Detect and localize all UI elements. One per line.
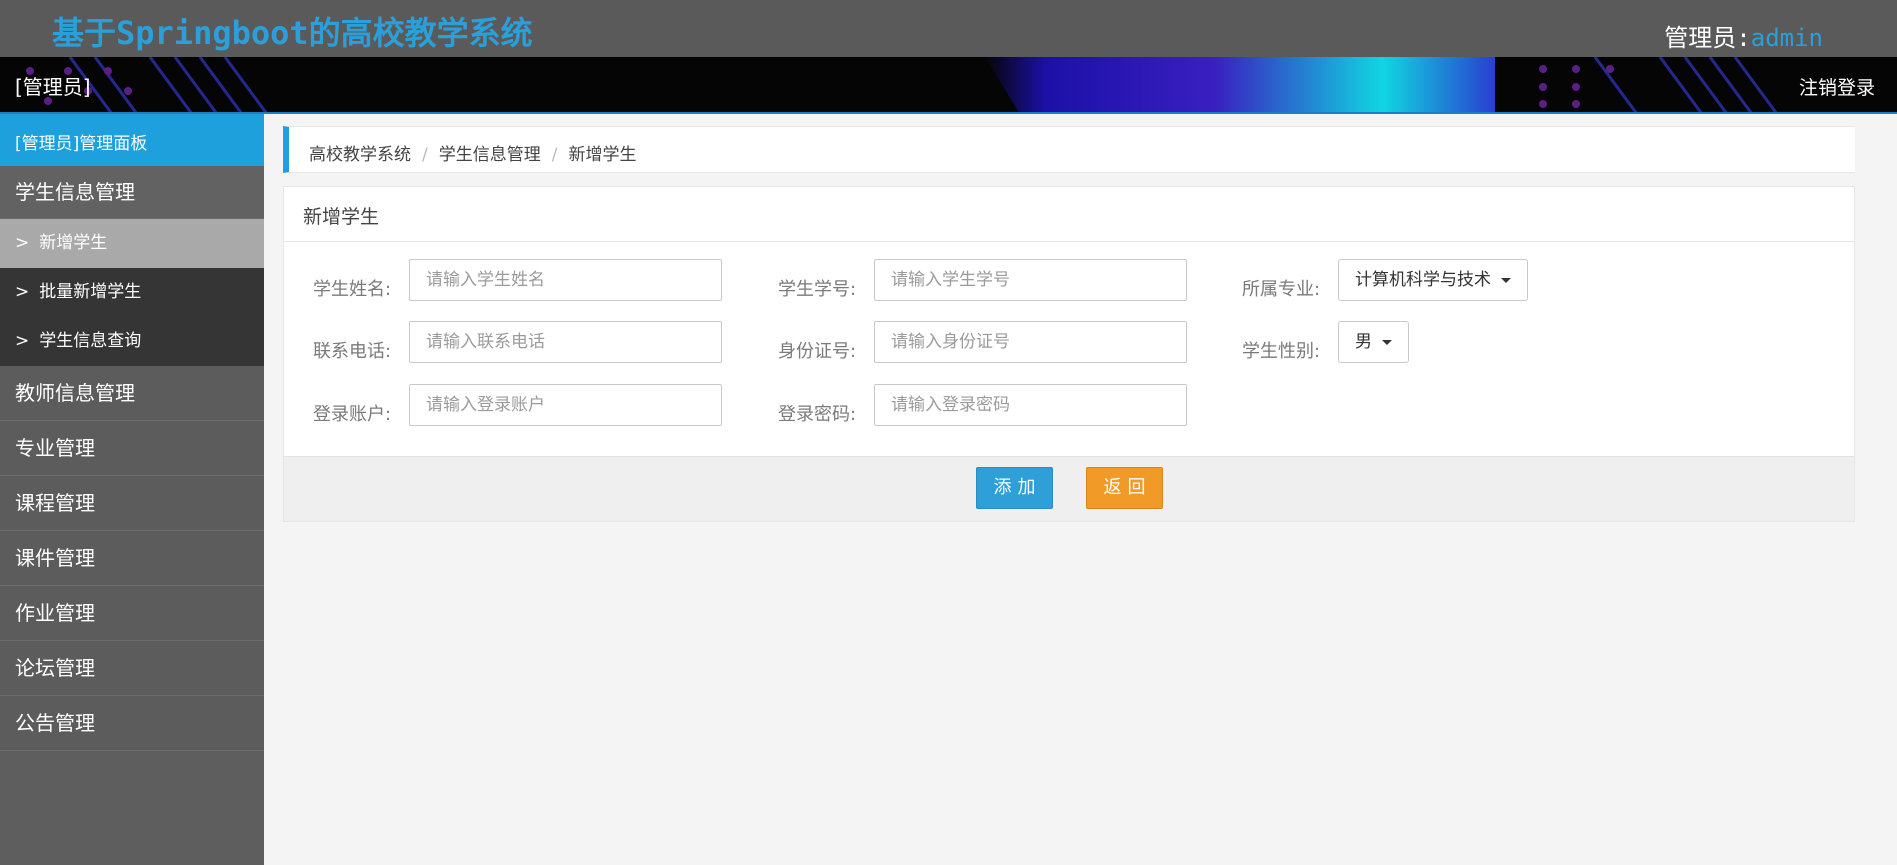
- breadcrumb-item[interactable]: 高校教学系统: [309, 145, 411, 165]
- id-card-input[interactable]: [874, 321, 1187, 363]
- breadcrumb-current: 新增学生: [568, 145, 637, 165]
- add-student-panel: 新增学生 学生姓名: 学生学号: 所属专业: 计算机科学与技术 联系电话: 身份…: [283, 186, 1855, 522]
- panel-title: 新增学生: [284, 187, 1854, 242]
- sidebar-item-student-info[interactable]: 学生信息管理: [0, 166, 264, 219]
- sidebar-subitem-label: 批量新增学生: [39, 282, 142, 302]
- circuit-banner-graphic: [26, 57, 1778, 112]
- sidebar-subitem-batch-add-student[interactable]: > 批量新增学生: [0, 268, 264, 317]
- form-actions: 添加 返回: [284, 456, 1854, 521]
- phone-label: 联系电话:: [313, 341, 392, 362]
- caret-down-icon: [1382, 339, 1392, 345]
- password-label: 登录密码:: [778, 404, 857, 425]
- sidebar-item-major[interactable]: 专业管理: [0, 421, 264, 476]
- major-select[interactable]: 计算机科学与技术: [1338, 259, 1528, 301]
- top-header: 基于Springboot的高校教学系统 管理员:admin: [0, 0, 1897, 57]
- major-select-value: 计算机科学与技术: [1355, 270, 1491, 290]
- add-button[interactable]: 添加: [976, 467, 1053, 509]
- sidebar-subitem-add-student[interactable]: > 新增学生: [0, 219, 264, 268]
- chevron-right-icon: >: [15, 233, 30, 253]
- major-label: 所属专业:: [1242, 279, 1321, 300]
- gender-select[interactable]: 男: [1338, 321, 1409, 363]
- sidebar-item-courseware[interactable]: 课件管理: [0, 531, 264, 586]
- back-button[interactable]: 返回: [1086, 467, 1163, 509]
- sidebar-subitem-student-query[interactable]: > 学生信息查询: [0, 317, 264, 366]
- admin-label: 管理员:: [1664, 24, 1751, 52]
- logout-link[interactable]: 注销登录: [1799, 73, 1875, 100]
- sidebar-item-notice[interactable]: 公告管理: [0, 696, 264, 751]
- student-no-label: 学生学号:: [778, 279, 857, 300]
- student-no-input[interactable]: [874, 259, 1187, 301]
- id-card-label: 身份证号:: [778, 341, 857, 362]
- role-label: [管理员]: [15, 75, 91, 99]
- admin-info: 管理员:admin: [1664, 18, 1823, 53]
- breadcrumb-item[interactable]: 学生信息管理: [439, 145, 541, 165]
- sidebar-subitem-label: 学生信息查询: [39, 331, 142, 351]
- phone-input[interactable]: [409, 321, 722, 363]
- caret-down-icon: [1501, 277, 1511, 283]
- account-input[interactable]: [409, 384, 722, 426]
- breadcrumb: 高校教学系统 / 学生信息管理 / 新增学生: [283, 126, 1855, 173]
- gender-select-value: 男: [1355, 332, 1372, 352]
- sidebar-item-course[interactable]: 课程管理: [0, 476, 264, 531]
- chevron-right-icon: >: [15, 331, 30, 351]
- sidebar-item-teacher-info[interactable]: 教师信息管理: [0, 366, 264, 421]
- breadcrumb-separator: /: [422, 145, 428, 165]
- app-title: 基于Springboot的高校教学系统: [52, 14, 533, 52]
- sidebar-item-forum[interactable]: 论坛管理: [0, 641, 264, 696]
- sidebar-panel-title: [管理员]管理面板: [0, 114, 264, 166]
- name-label: 学生姓名:: [313, 279, 392, 300]
- password-input[interactable]: [874, 384, 1187, 426]
- admin-username: admin: [1750, 24, 1823, 52]
- account-label: 登录账户:: [313, 404, 392, 425]
- sidebar: [管理员]管理面板 学生信息管理 > 新增学生 > 批量新增学生 > 学生信息查询 教…: [0, 114, 264, 865]
- header-banner: [管理员] 注销登录: [0, 57, 1897, 114]
- gender-label: 学生性别:: [1242, 341, 1321, 362]
- chevron-right-icon: >: [15, 282, 30, 302]
- sidebar-item-homework[interactable]: 作业管理: [0, 586, 264, 641]
- student-name-input[interactable]: [409, 259, 722, 301]
- sidebar-subitem-label: 新增学生: [39, 233, 108, 253]
- breadcrumb-separator: /: [551, 145, 558, 165]
